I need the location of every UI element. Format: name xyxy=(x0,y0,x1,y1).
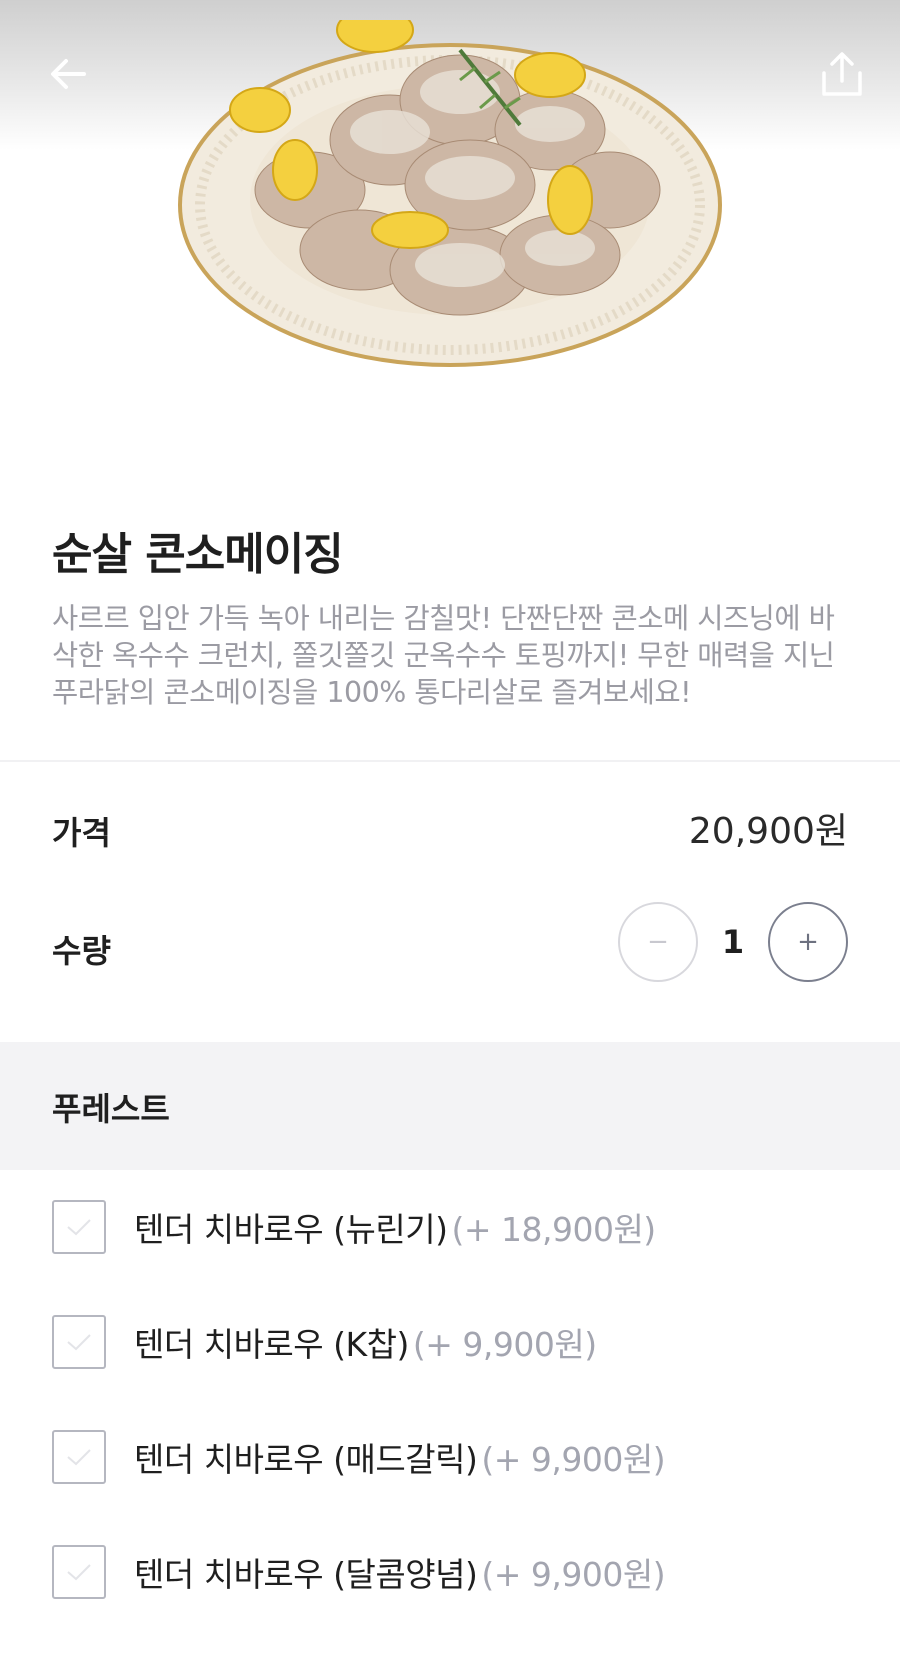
share-icon xyxy=(822,52,862,96)
product-description: 사르르 입안 가득 녹아 내리는 감칠맛! 단짠단짠 콘소메 시즈닝에 바삭한 … xyxy=(52,602,835,709)
divider xyxy=(0,760,900,762)
option-checkbox[interactable] xyxy=(52,1430,106,1484)
share-button[interactable] xyxy=(812,44,872,104)
price-label: 가격 xyxy=(52,814,111,852)
section-title: 푸레스트 xyxy=(52,1090,170,1128)
check-icon xyxy=(67,1564,91,1581)
option-checkbox[interactable] xyxy=(52,1315,106,1369)
option-name: 텐더 치바로우 (매드갈릭) xyxy=(134,1440,478,1479)
option-item[interactable]: 텐더 치바로우 (K찹) (+ 9,900원) xyxy=(52,1315,597,1369)
option-item[interactable]: 텐더 치바로우 (뉴린기) (+ 18,900원) xyxy=(52,1200,656,1254)
quantity-stepper: − 1 + xyxy=(618,902,848,982)
option-price: (+ 9,900원) xyxy=(481,1555,666,1594)
back-button[interactable] xyxy=(38,44,98,104)
price-value: 20,900원 xyxy=(688,811,848,852)
option-item[interactable]: 텐더 치바로우 (매드갈릭) (+ 9,900원) xyxy=(52,1430,666,1484)
option-price: (+ 18,900원) xyxy=(451,1210,656,1249)
option-item[interactable]: 텐더 치바로우 (달콤양념) (+ 9,900원) xyxy=(52,1545,666,1599)
arrow-left-icon xyxy=(51,59,86,89)
options-section-header: 푸레스트 xyxy=(0,1042,900,1170)
check-icon xyxy=(67,1334,91,1351)
option-price: (+ 9,900원) xyxy=(412,1325,597,1364)
chicken-plate-illustration xyxy=(178,20,722,367)
product-title: 순살 콘소메이징 xyxy=(52,529,344,580)
option-name: 텐더 치바로우 (뉴린기) xyxy=(134,1210,448,1249)
option-name: 텐더 치바로우 (K찹) xyxy=(134,1325,409,1364)
decrease-quantity-button[interactable]: − xyxy=(618,902,698,982)
increase-quantity-button[interactable]: + xyxy=(768,902,848,982)
check-icon xyxy=(67,1219,91,1236)
option-price: (+ 9,900원) xyxy=(481,1440,666,1479)
quantity-label: 수량 xyxy=(52,932,111,970)
product-image xyxy=(0,0,900,460)
option-checkbox[interactable] xyxy=(52,1200,106,1254)
quantity-value: 1 xyxy=(721,923,745,961)
check-icon xyxy=(67,1449,91,1466)
option-name: 텐더 치바로우 (달콤양념) xyxy=(134,1555,478,1594)
option-checkbox[interactable] xyxy=(52,1545,106,1599)
minus-icon: − xyxy=(647,927,669,957)
plus-icon: + xyxy=(797,927,819,957)
